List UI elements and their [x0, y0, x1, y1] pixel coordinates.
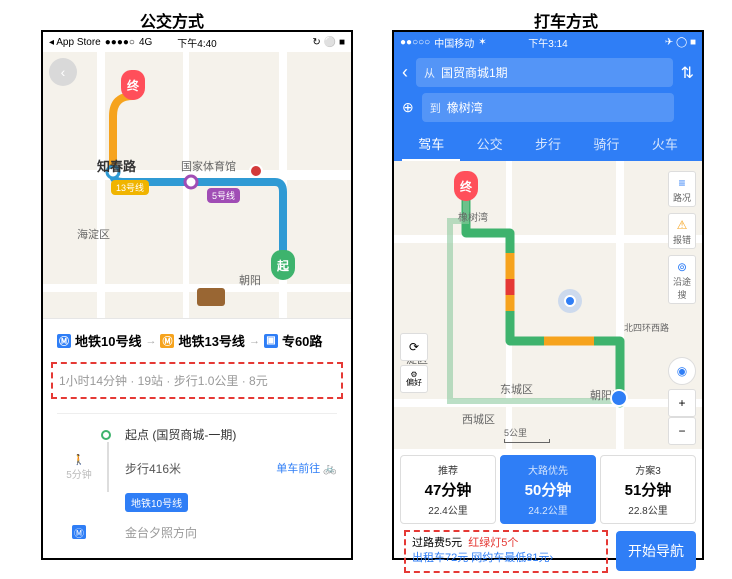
map-transit[interactable]: ‹ 知春路 国家体育馆 海淀区 朝阳 13号线 5号线 终 起 [43, 52, 351, 318]
swap-icon[interactable]: ⇅ [681, 63, 694, 83]
tool-traffic[interactable]: ≡路况 [668, 171, 696, 207]
wifi-icon: ✶ [478, 37, 486, 48]
transit-card: Ⓜ 地铁10号线 → Ⓜ 地铁13号线 → ▣ 专60路 1小时14分钟 · 1… [43, 318, 351, 561]
label-chaoyang: 朝阳 [239, 272, 261, 288]
transit-route[interactable]: Ⓜ 地铁10号线 → Ⓜ 地铁13号线 → ▣ 专60路 [57, 331, 337, 350]
tool-report[interactable]: ⚠报错 [668, 213, 696, 249]
cost-highlight[interactable]: 过路费5元 红绿灯5个 出租车72元 网约车最低81元› [404, 530, 608, 573]
seg3: 专60路 [282, 331, 322, 350]
label-haidian: 海淀区 [77, 226, 110, 242]
traffic-icon: ≡ [671, 176, 693, 190]
from-field[interactable]: 从 国贸商城1期 [416, 58, 673, 87]
route-line [43, 52, 351, 318]
label-stadium: 国家体育馆 [181, 158, 236, 174]
step-direction[interactable]: Ⓜ 金台夕照方向 [57, 524, 337, 541]
metro-icon: Ⓜ [72, 525, 86, 539]
route-option-1[interactable]: 推荐 47分钟 22.4公里 [400, 455, 496, 524]
mode-tabs: 驾车 公交 步行 骑行 火车 [402, 128, 694, 161]
search-header: ‹ 从 国贸商城1期 ⇅ ⊕ 到 橡树湾 驾车 公交 步行 骑行 火车 [394, 52, 702, 161]
seg2: 地铁13号线 [178, 331, 244, 350]
tab-walk[interactable]: 步行 [519, 128, 577, 161]
status-bar: ●●○○○ 中国移动 ✶ 下午3:14 ✈ ◯ ■ [394, 32, 702, 52]
tab-train[interactable]: 火车 [636, 128, 694, 161]
arrow-icon: → [145, 335, 156, 347]
metro-icon: Ⓜ [57, 334, 71, 348]
drive-route [394, 161, 702, 449]
tool-search-along[interactable]: ⊚沿途搜 [668, 255, 696, 304]
step-metro[interactable]: 地铁10号线 [57, 493, 337, 512]
signal-dots: ●●●●○ [105, 37, 135, 48]
bike-link[interactable]: 单车前往 🚲 [276, 460, 337, 476]
summary-text: 1小时14分钟 · 19站 · 步行1.0公里 · 8元 [59, 372, 335, 389]
arrow-icon: → [249, 335, 260, 347]
route-option-2[interactable]: 大路优先 50分钟 24.2公里 [500, 455, 596, 524]
zoom-in-button[interactable]: + [668, 389, 696, 417]
search-icon: ⊚ [671, 260, 693, 274]
step-list: 起点 (国贸商城-一期) 🚶5分钟 步行416米 单车前往 🚲 地铁10号线 Ⓜ… [57, 413, 337, 541]
line-chip: 地铁10号线 [125, 493, 188, 512]
phone-bus: ◂ App Store ●●●●○ 4G 下午4:40 ↻ ⚪ ■ ‹ 知春路 … [41, 30, 353, 560]
clock: 下午4:40 [177, 35, 216, 50]
zoom-out-button[interactable]: − [668, 417, 696, 445]
step-origin[interactable]: 起点 (国贸商城-一期) [57, 426, 337, 443]
refresh-button[interactable]: ⟳ [400, 333, 428, 361]
locate-button[interactable]: ◉ [668, 357, 696, 385]
network: 4G [139, 37, 152, 48]
label-road: 北四环西路 [624, 321, 669, 334]
marker-start: 起 [271, 250, 295, 280]
label-zhichunlu: 知春路 [97, 156, 136, 175]
to-field[interactable]: 到 橡树湾 [422, 93, 674, 122]
tab-drive[interactable]: 驾车 [402, 128, 460, 161]
add-waypoint-icon[interactable]: ⊕ [402, 99, 414, 116]
label-xicheng: 西城区 [462, 411, 495, 427]
battery-icon: ↻ ⚪ ■ [312, 37, 345, 48]
summary-highlight: 1小时14分钟 · 19站 · 步行1.0公里 · 8元 [51, 362, 343, 399]
route-option-3[interactable]: 方案3 51分钟 22.8公里 [600, 455, 696, 524]
bus-icon: ▣ [264, 334, 278, 348]
phone-taxi: ●●○○○ 中国移动 ✶ 下午3:14 ✈ ◯ ■ ‹ 从 国贸商城1期 ⇅ ⊕… [392, 30, 704, 560]
carrier: 中国移动 [434, 35, 474, 50]
status-bar: ◂ App Store ●●●●○ 4G 下午4:40 ↻ ⚪ ■ [43, 32, 351, 52]
badge-line5: 5号线 [207, 188, 240, 203]
seg1: 地铁10号线 [75, 331, 141, 350]
marker-start [610, 389, 628, 407]
warning-icon: ⚠ [671, 218, 693, 232]
label-xiangshuwan: 橡树湾 [458, 209, 488, 224]
clock: 下午3:14 [528, 35, 567, 50]
walk-icon: 🚶 [73, 455, 85, 466]
alert-icon[interactable] [249, 164, 263, 178]
marker-end: 终 [454, 171, 478, 201]
title-bus: 公交方式 [140, 8, 204, 32]
route-options: 推荐 47分钟 22.4公里 大路优先 50分钟 24.2公里 方案3 51分钟… [394, 449, 702, 524]
metro-icon: Ⓜ [160, 334, 174, 348]
scale-bar: 5公里 [504, 426, 550, 443]
current-location-icon [564, 295, 576, 307]
tab-bike[interactable]: 骑行 [577, 128, 635, 161]
title-taxi: 打车方式 [534, 8, 598, 32]
badge-line13: 13号线 [111, 180, 149, 195]
back-button[interactable]: ‹ [49, 58, 77, 86]
label-dongcheng: 东城区 [500, 381, 533, 397]
start-nav-button[interactable]: 开始导航 [616, 531, 696, 571]
signal-dots: ●●○○○ [400, 37, 430, 48]
map-drive[interactable]: 终 橡树湾 淀区 东城区 西城区 朝阳区 北四环西路 ≡路况 ⚠报错 ⊚沿途搜 … [394, 161, 702, 449]
marker-end: 终 [121, 70, 145, 100]
back-button[interactable]: ‹ [402, 62, 408, 83]
tab-bus[interactable]: 公交 [460, 128, 518, 161]
step-walk[interactable]: 🚶5分钟 步行416米 单车前往 🚲 [57, 455, 337, 481]
back-to-appstore[interactable]: ◂ App Store [49, 37, 101, 48]
status-icons: ✈ ◯ ■ [665, 37, 696, 48]
food-icon [197, 288, 225, 306]
pref-button[interactable]: ⚙偏好 [400, 365, 428, 393]
